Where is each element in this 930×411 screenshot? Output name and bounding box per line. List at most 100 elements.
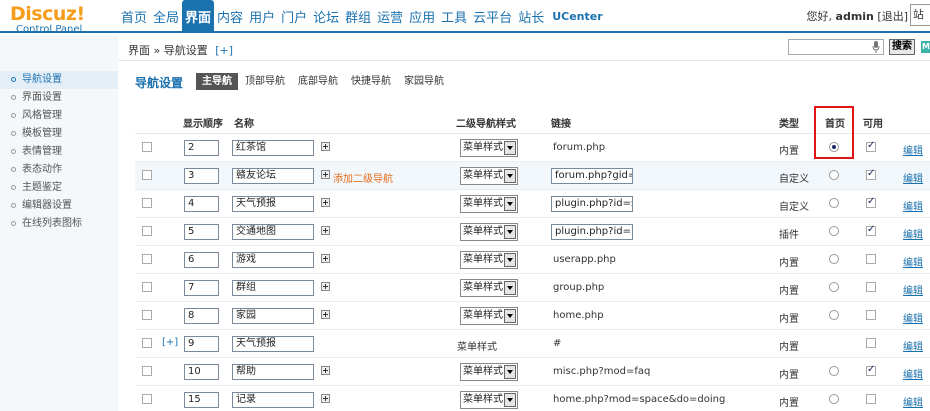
edit-link[interactable]: 编辑	[903, 198, 923, 213]
topnav-item[interactable]: 群组	[342, 0, 374, 33]
available-checkbox[interactable]	[866, 282, 876, 292]
sidebar-item[interactable]: 导航设置	[0, 71, 118, 89]
subtab[interactable]: 家园导航	[398, 73, 450, 90]
home-radio[interactable]	[829, 282, 839, 292]
edit-link[interactable]: 编辑	[903, 366, 923, 381]
sidebar-item[interactable]: 编辑器设置	[0, 197, 118, 215]
sub-style-select[interactable]: 菜单样式	[460, 279, 518, 297]
microphone-icon[interactable]	[872, 41, 880, 53]
site-link[interactable]: 站点	[910, 4, 930, 26]
search-button[interactable]: 搜索	[889, 39, 915, 55]
topnav-item[interactable]: 云平台	[470, 0, 515, 33]
name-input[interactable]: 红茶馆	[232, 140, 314, 156]
topnav-item[interactable]: 界面	[182, 0, 215, 33]
order-input[interactable]: 10	[184, 364, 219, 380]
edit-link[interactable]: 编辑	[903, 394, 923, 409]
link-input[interactable]: forum.php?gid=	[551, 168, 633, 184]
available-checkbox[interactable]	[866, 224, 876, 236]
order-input[interactable]: 6	[184, 252, 219, 268]
sidebar-item[interactable]: 主题鉴定	[0, 179, 118, 197]
row-select-checkbox[interactable]	[142, 366, 152, 376]
dropdown-arrow-icon[interactable]	[504, 225, 516, 239]
order-input[interactable]: 2	[184, 140, 219, 156]
topnav-item[interactable]: 工具	[438, 0, 470, 33]
name-input[interactable]: 天气预报	[232, 336, 314, 352]
row-select-checkbox[interactable]	[142, 394, 152, 404]
add-shortcut-link[interactable]: [+]	[215, 44, 233, 57]
sub-style-select[interactable]: 菜单样式	[460, 307, 518, 325]
sidebar-item[interactable]: 在线列表图标	[0, 215, 118, 233]
available-checkbox[interactable]	[866, 338, 876, 348]
sidebar-item[interactable]: 表态动作	[0, 161, 118, 179]
available-checkbox[interactable]	[866, 254, 876, 264]
add-subnav-icon[interactable]	[321, 170, 330, 179]
home-radio[interactable]	[829, 198, 839, 208]
sidebar-item[interactable]: 风格管理	[0, 107, 118, 125]
add-subnav-link[interactable]: 添加二级导航	[333, 170, 393, 185]
sub-style-select[interactable]: 菜单样式	[460, 223, 518, 241]
available-checkbox[interactable]	[866, 310, 876, 320]
edit-link[interactable]: 编辑	[903, 310, 923, 325]
edit-link[interactable]: 编辑	[903, 338, 923, 353]
home-radio[interactable]	[829, 394, 839, 404]
row-select-checkbox[interactable]	[142, 254, 152, 264]
available-checkbox[interactable]	[866, 140, 876, 152]
topnav-item[interactable]: 应用	[406, 0, 438, 33]
topnav-item[interactable]: UCenter	[547, 0, 605, 33]
edit-link[interactable]: 编辑	[903, 282, 923, 297]
row-select-checkbox[interactable]	[142, 338, 152, 348]
dropdown-arrow-icon[interactable]	[504, 169, 516, 183]
topnav-item[interactable]: 全局	[150, 0, 182, 33]
add-subnav-icon[interactable]	[321, 282, 330, 291]
sub-style-select[interactable]: 菜单样式	[460, 139, 518, 157]
home-radio[interactable]	[829, 226, 839, 236]
home-radio[interactable]	[829, 366, 839, 376]
dropdown-arrow-icon[interactable]	[504, 365, 516, 379]
topnav-item[interactable]: 论坛	[310, 0, 342, 33]
dropdown-arrow-icon[interactable]	[504, 281, 516, 295]
expand-link[interactable]: [+]	[162, 337, 178, 348]
available-checkbox[interactable]	[866, 196, 876, 208]
topnav-item[interactable]: 门户	[278, 0, 310, 33]
subtab[interactable]: 底部导航	[292, 73, 344, 90]
sub-style-select[interactable]: 菜单样式	[460, 195, 518, 213]
row-select-checkbox[interactable]	[142, 198, 152, 208]
link-input[interactable]: plugin.php?id=it	[551, 224, 633, 240]
search-input[interactable]	[788, 39, 884, 55]
sidebar-item[interactable]: 模板管理	[0, 125, 118, 143]
home-radio[interactable]	[829, 254, 839, 264]
sub-style-select[interactable]: 菜单样式	[460, 391, 518, 409]
add-subnav-icon[interactable]	[321, 226, 330, 235]
topnav-item[interactable]: 运营	[374, 0, 406, 33]
edit-link[interactable]: 编辑	[903, 226, 923, 241]
order-input[interactable]: 15	[184, 392, 219, 408]
row-select-checkbox[interactable]	[142, 142, 152, 152]
edit-link[interactable]: 编辑	[903, 170, 923, 185]
sub-style-select[interactable]: 菜单样式	[460, 167, 518, 185]
name-input[interactable]: 家园	[232, 308, 314, 324]
topnav-item[interactable]: 用户	[246, 0, 278, 33]
add-subnav-icon[interactable]	[321, 366, 330, 375]
subtab[interactable]: 顶部导航	[239, 73, 291, 90]
m-badge-icon[interactable]: M	[921, 41, 930, 53]
dropdown-arrow-icon[interactable]	[504, 197, 516, 211]
topnav-item[interactable]: 内容	[214, 0, 246, 33]
edit-link[interactable]: 编辑	[903, 254, 923, 269]
name-input[interactable]: 游戏	[232, 252, 314, 268]
name-input[interactable]: 帮助	[232, 364, 314, 380]
name-input[interactable]: 赣友论坛	[232, 168, 314, 184]
order-input[interactable]: 8	[184, 308, 219, 324]
name-input[interactable]: 天气预报	[232, 196, 314, 212]
available-checkbox[interactable]	[866, 168, 876, 180]
add-subnav-icon[interactable]	[321, 310, 330, 319]
add-subnav-icon[interactable]	[321, 254, 330, 263]
dropdown-arrow-icon[interactable]	[504, 141, 516, 155]
topnav-item[interactable]: 首页	[118, 0, 150, 33]
subtab[interactable]: 快捷导航	[345, 73, 397, 90]
order-input[interactable]: 4	[184, 196, 219, 212]
logout-link[interactable]: [退出]	[877, 10, 908, 23]
available-checkbox[interactable]	[866, 364, 876, 376]
subtab[interactable]: 主导航	[196, 73, 238, 90]
sub-style-select[interactable]: 菜单样式	[460, 363, 518, 381]
dropdown-arrow-icon[interactable]	[504, 253, 516, 267]
